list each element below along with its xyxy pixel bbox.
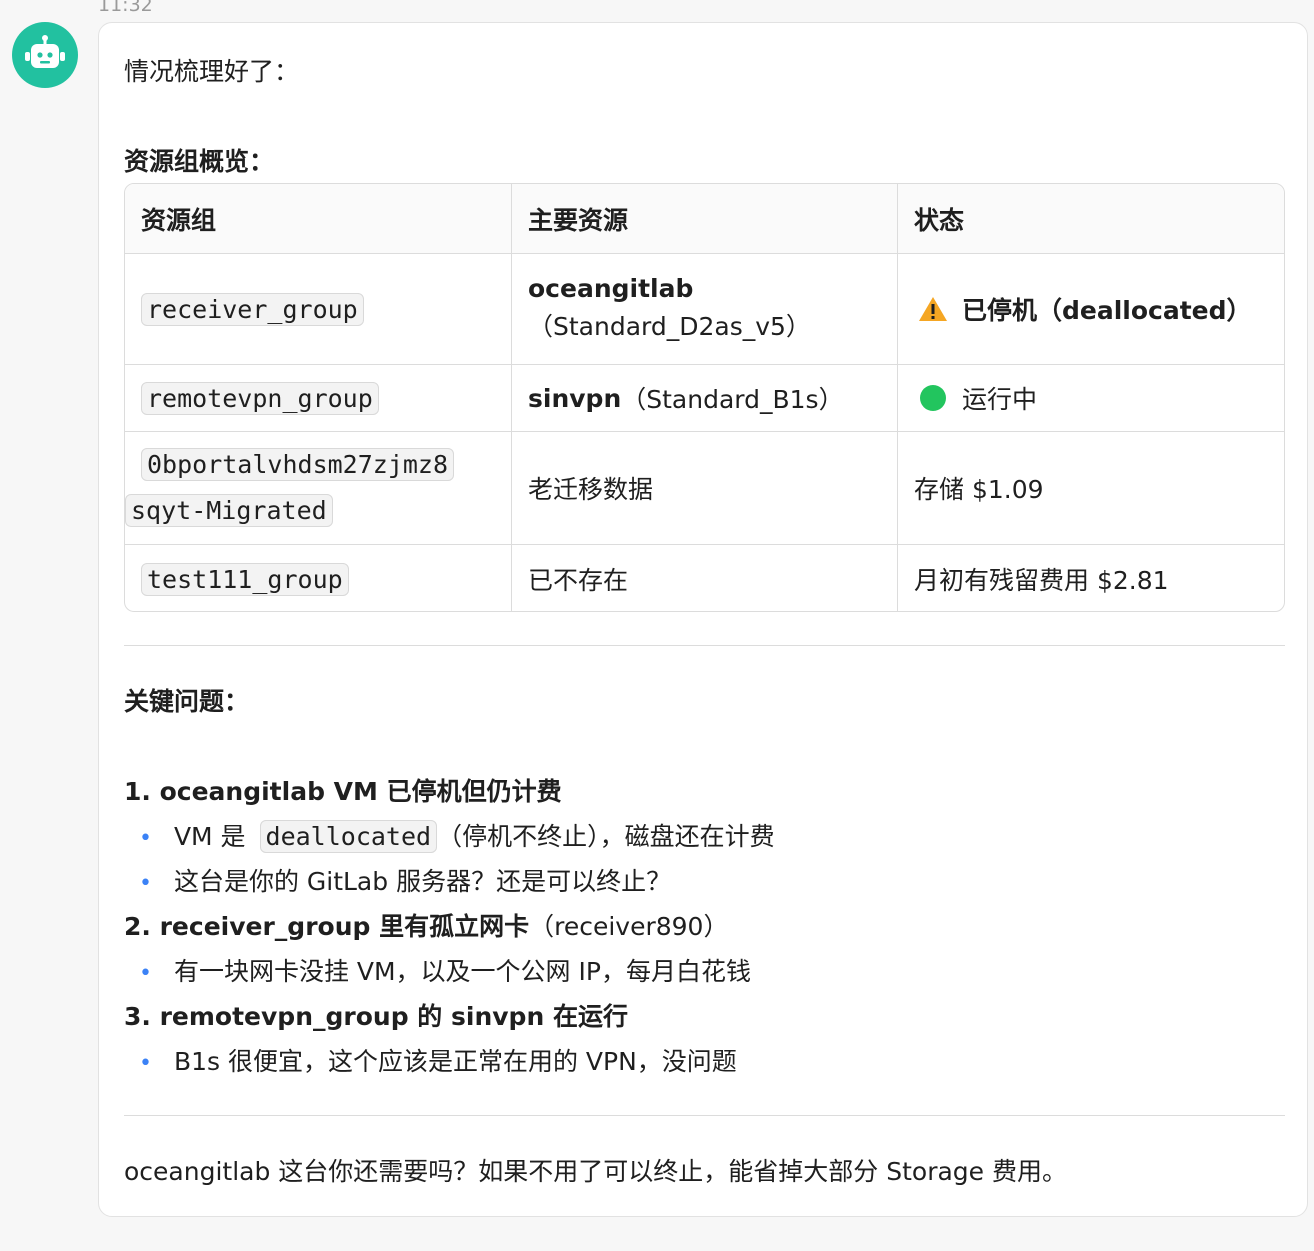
closing-question: oceangitlab 这台你还需要吗？如果不用了可以终止，能省掉大部分 Sto…: [124, 1157, 1067, 1186]
issue-title: 2. receiver_group 里有孤立网卡（receiver890）: [124, 910, 728, 944]
resource-sku: （Standard_B1s）: [621, 385, 844, 414]
inline-code: deallocated: [259, 820, 438, 853]
bullet-icon: •: [139, 961, 152, 986]
bullet-icon: •: [139, 1051, 152, 1076]
overview-heading: 资源组概览：: [124, 147, 275, 176]
intro-text: 情况梳理好了：: [124, 57, 300, 86]
table-cell-status: 运行中: [898, 365, 1284, 432]
bullet-icon: •: [139, 826, 152, 851]
warning-icon: [919, 297, 947, 321]
message-bubble: 情况梳理好了： 资源组概览： 资源组 主要资源 状态 receiver_grou…: [98, 22, 1308, 1217]
bullet-text: 这台是你的 GitLab 服务器？还是可以终止？: [173, 867, 672, 896]
table-cell-resource: 老迁移数据: [512, 432, 898, 545]
group-name-code: sqyt-Migrated: [125, 494, 333, 527]
table-header-group: 资源组: [125, 184, 512, 254]
resource-group-table: 资源组 主要资源 状态 receiver_group oceangitlab （…: [124, 183, 1285, 612]
table-row: test111_group: [125, 545, 512, 611]
group-name-code: 0bportalvhdsm27zjmz8: [141, 448, 455, 481]
bullet-text: （停机不终止），磁盘还在计费: [437, 822, 775, 851]
list-item: • 有一块网卡没挂 VM，以及一个公网 IP，每月白花钱: [139, 955, 751, 991]
bot-avatar: [12, 22, 78, 88]
bullet-text: VM 是: [173, 822, 246, 851]
issue-title: 1. oceangitlab VM 已停机但仍计费: [124, 777, 562, 806]
group-name-code: test111_group: [141, 562, 349, 596]
divider: [124, 645, 1285, 646]
list-item: • 这台是你的 GitLab 服务器？还是可以终止？: [139, 865, 671, 901]
table-cell-resource: 已不存在: [512, 545, 898, 611]
table-cell-status: 存储 $1.09: [898, 432, 1284, 545]
issue-title-note: （receiver890）: [529, 912, 729, 941]
bullet-text: 有一块网卡没挂 VM，以及一个公网 IP，每月白花钱: [173, 957, 751, 986]
table-row: remotevpn_group: [125, 365, 512, 432]
list-item: • B1s 很便宜，这个应该是正常在用的 VPN，没问题: [139, 1045, 737, 1081]
bullet-icon: •: [139, 871, 152, 896]
issue-title-text: 2. receiver_group 里有孤立网卡: [124, 912, 530, 941]
table-cell-resource: oceangitlab （Standard_D2as_v5）: [512, 254, 898, 365]
table-header-status: 状态: [898, 184, 1284, 254]
group-name-code: receiver_group: [141, 292, 364, 326]
table-cell-resource: sinvpn （Standard_B1s）: [512, 365, 898, 432]
table-row: 0bportalvhdsm27zjmz8 sqyt-Migrated: [125, 432, 512, 545]
resource-name: oceangitlab: [528, 274, 694, 303]
bullet-text: B1s 很便宜，这个应该是正常在用的 VPN，没问题: [173, 1047, 737, 1076]
issue-title: 3. remotevpn_group 的 sinvpn 在运行: [124, 1002, 628, 1031]
status-text: 运行中: [962, 385, 1038, 414]
message-timestamp: 11:32: [98, 0, 153, 16]
table-cell-status: 已停机（deallocated）: [898, 254, 1284, 365]
group-name-code: remotevpn_group: [141, 381, 379, 415]
issues-heading: 关键问题：: [124, 687, 250, 716]
resource-sku: （Standard_D2as_v5）: [528, 312, 811, 341]
green-dot-icon: [920, 385, 946, 411]
list-item: • VM 是 deallocated （停机不终止），磁盘还在计费: [139, 820, 775, 856]
table-header-resource: 主要资源: [512, 184, 898, 254]
status-text: 已停机（deallocated）: [962, 296, 1252, 325]
divider: [124, 1115, 1285, 1116]
table-row: receiver_group: [125, 254, 512, 365]
table-cell-status: 月初有残留费用 $2.81: [914, 566, 1169, 595]
resource-name: sinvpn: [528, 383, 622, 413]
robot-icon: [25, 35, 65, 68]
